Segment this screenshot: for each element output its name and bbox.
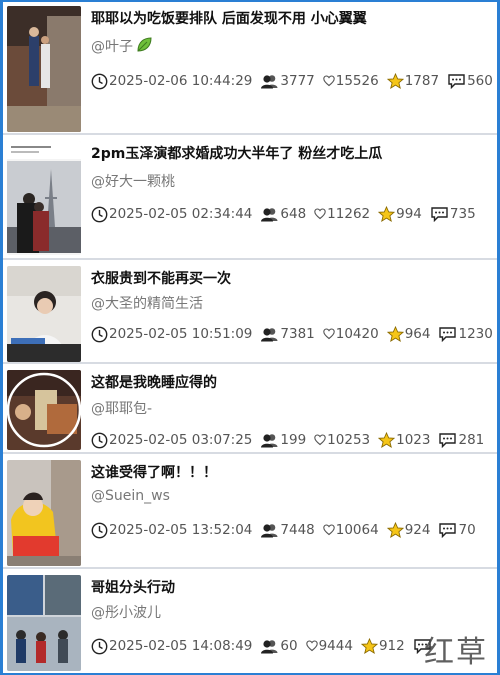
post-views: 60 bbox=[280, 638, 298, 654]
comment-icon bbox=[447, 73, 466, 89]
heart-icon bbox=[322, 524, 335, 536]
star-icon bbox=[378, 431, 396, 449]
post-meta: 2025-02-05 10:51:09 7381 10420 964 1230 bbox=[91, 324, 493, 344]
users-icon bbox=[260, 74, 279, 89]
post-author[interactable]: @Suein_ws bbox=[91, 488, 170, 504]
post-title[interactable]: 哥姐分头行动 bbox=[91, 577, 491, 597]
post-thumbnail[interactable] bbox=[7, 141, 81, 255]
post-views: 7381 bbox=[280, 326, 315, 342]
post-thumbnail[interactable] bbox=[7, 575, 81, 671]
users-icon bbox=[260, 433, 279, 448]
star-icon bbox=[360, 637, 378, 655]
post-views: 3777 bbox=[280, 73, 315, 89]
post-title[interactable]: 这谁受得了啊！！！ bbox=[91, 462, 491, 482]
post-card[interactable]: 哥姐分头行动 @彤小波儿 2025-02-05 14:08:49 60 9444… bbox=[3, 571, 497, 673]
heart-icon bbox=[305, 640, 318, 652]
users-icon bbox=[260, 523, 279, 538]
star-icon bbox=[378, 205, 396, 223]
post-card[interactable]: 2pm玉泽演都求婚成功大半年了 粉丝才吃上瓜 @好大一颗桃 2025-02-05… bbox=[3, 137, 497, 260]
leaf-icon bbox=[135, 36, 153, 58]
star-icon bbox=[386, 521, 404, 539]
heart-icon bbox=[322, 75, 335, 87]
post-likes: 10253 bbox=[327, 432, 371, 448]
post-stars: 964 bbox=[404, 326, 431, 342]
comment-icon bbox=[430, 206, 449, 222]
post-meta: 2025-02-05 02:34:44 648 11262 994 735 bbox=[91, 204, 476, 224]
post-card[interactable]: 耶耶以为吃饭要排队 后面发现不用 小心翼翼 @叶子 2025-02-06 10:… bbox=[3, 2, 497, 135]
post-title[interactable]: 衣服贵到不能再买一次 bbox=[91, 268, 491, 288]
post-card[interactable]: 这谁受得了啊！！！ @Suein_ws 2025-02-05 13:52:04 … bbox=[3, 456, 497, 569]
post-meta: 2025-02-05 14:08:49 60 9444 912 bbox=[91, 636, 433, 656]
clock-icon bbox=[91, 432, 108, 449]
star-icon bbox=[386, 72, 404, 90]
post-thumbnail[interactable] bbox=[7, 266, 81, 362]
heart-icon bbox=[314, 434, 326, 446]
post-meta: 2025-02-05 03:07:25 199 10253 1023 281 bbox=[91, 430, 484, 450]
post-stars: 924 bbox=[404, 522, 431, 538]
post-comments: 281 bbox=[458, 432, 485, 448]
post-likes: 9444 bbox=[318, 638, 353, 654]
post-title[interactable]: 2pm玉泽演都求婚成功大半年了 粉丝才吃上瓜 bbox=[91, 143, 491, 163]
star-icon bbox=[386, 325, 404, 343]
heart-icon bbox=[314, 208, 326, 220]
post-stars: 1787 bbox=[404, 73, 440, 89]
post-thumbnail[interactable] bbox=[7, 460, 81, 566]
post-author[interactable]: @好大一颗桃 bbox=[91, 171, 175, 191]
post-title[interactable]: 耶耶以为吃饭要排队 后面发现不用 小心翼翼 bbox=[91, 8, 491, 28]
comment-icon bbox=[438, 432, 457, 448]
post-author[interactable]: @大圣的精简生活 bbox=[91, 293, 203, 313]
users-icon bbox=[260, 639, 279, 654]
post-comments: 70 bbox=[458, 522, 476, 538]
post-card[interactable]: 这都是我晚睡应得的 @耶耶包- 2025-02-05 03:07:25 199 … bbox=[3, 366, 497, 454]
clock-icon bbox=[91, 326, 108, 343]
comment-icon bbox=[438, 326, 457, 342]
clock-icon bbox=[91, 638, 108, 655]
post-author[interactable]: @耶耶包- bbox=[91, 398, 152, 418]
post-views: 7448 bbox=[280, 522, 315, 538]
clock-icon bbox=[91, 73, 108, 90]
comment-icon bbox=[438, 522, 457, 538]
post-likes: 10064 bbox=[335, 522, 379, 538]
post-likes: 10420 bbox=[335, 326, 379, 342]
post-views: 648 bbox=[280, 206, 307, 222]
post-thumbnail[interactable] bbox=[7, 6, 81, 132]
post-meta: 2025-02-05 13:52:04 7448 10064 924 70 bbox=[91, 520, 476, 540]
post-time: 2025-02-05 14:08:49 bbox=[109, 638, 253, 654]
post-card[interactable]: 衣服贵到不能再买一次 @大圣的精简生活 2025-02-05 10:51:09 … bbox=[3, 262, 497, 364]
post-title[interactable]: 这都是我晚睡应得的 bbox=[91, 372, 491, 392]
post-thumbnail[interactable] bbox=[7, 370, 81, 450]
heart-icon bbox=[322, 328, 335, 340]
post-views: 199 bbox=[280, 432, 307, 448]
users-icon bbox=[260, 327, 279, 342]
post-time: 2025-02-05 10:51:09 bbox=[109, 326, 253, 342]
post-author[interactable]: @彤小波儿 bbox=[91, 602, 161, 622]
clock-icon bbox=[91, 522, 108, 539]
watermark: 红草 bbox=[424, 635, 488, 670]
post-author[interactable]: @叶子 bbox=[91, 36, 153, 58]
post-comments: 560 bbox=[467, 73, 493, 89]
users-icon bbox=[260, 207, 279, 222]
post-stars: 994 bbox=[396, 206, 422, 222]
post-likes: 15526 bbox=[335, 73, 379, 89]
post-time: 2025-02-05 13:52:04 bbox=[109, 522, 253, 538]
post-stars: 912 bbox=[378, 638, 405, 654]
post-comments: 1230 bbox=[458, 326, 493, 342]
post-time: 2025-02-05 03:07:25 bbox=[109, 432, 253, 448]
post-likes: 11262 bbox=[327, 206, 371, 222]
clock-icon bbox=[91, 206, 108, 223]
post-time: 2025-02-05 02:34:44 bbox=[109, 206, 253, 222]
post-meta: 2025-02-06 10:44:29 3777 15526 1787 560 bbox=[91, 71, 493, 91]
post-list: 耶耶以为吃饭要排队 后面发现不用 小心翼翼 @叶子 2025-02-06 10:… bbox=[3, 2, 497, 673]
post-time: 2025-02-06 10:44:29 bbox=[109, 73, 253, 89]
post-comments: 735 bbox=[449, 206, 476, 222]
post-stars: 1023 bbox=[396, 432, 431, 448]
